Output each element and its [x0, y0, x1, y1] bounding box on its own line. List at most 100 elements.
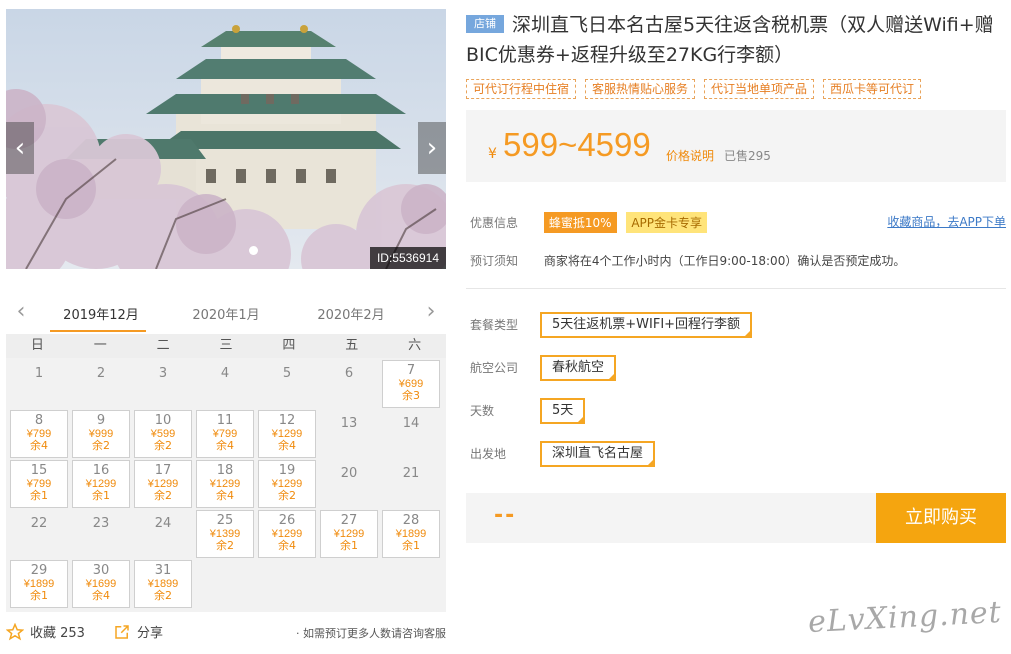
weekday-label: 六 — [408, 338, 422, 353]
day-stock: 余4 — [278, 439, 296, 452]
action-footer: 收藏 253 分享 · 如需预订更多人数请咨询客服 — [6, 622, 446, 644]
hero-prev-button[interactable]: ‹ — [6, 122, 34, 174]
calendar-day-available[interactable]: 11 ¥799 余4 — [196, 410, 254, 458]
carousel-dot[interactable] — [249, 246, 258, 255]
consult-note: · 如需预订更多人数请咨询客服 — [296, 627, 446, 640]
calendar-weekday-header: 日 一 二 三 四 五 六 — [6, 334, 446, 358]
day-stock: 余2 — [92, 439, 110, 452]
calendar-day-available[interactable]: 8 ¥799 余4 — [10, 410, 68, 458]
day-number: 11 — [216, 413, 234, 428]
day-number: 13 — [340, 416, 358, 431]
day-stock: 余1 — [340, 539, 358, 552]
service-tag: 可代订行程中住宿 — [466, 79, 577, 99]
sold-count: 已售295 — [724, 149, 771, 163]
calendar-day-available[interactable]: 7 ¥699 余3 — [382, 360, 440, 408]
hero-next-button[interactable]: › — [418, 122, 446, 174]
day-number: 7 — [406, 363, 416, 378]
calendar-prev-button[interactable]: ‹ — [10, 298, 32, 328]
calendar-tab-month-0[interactable]: 2019年12月 — [56, 304, 146, 323]
calendar-day-available[interactable]: 30 ¥1699 余4 — [72, 560, 130, 608]
weekday-label: 四 — [282, 338, 296, 353]
weekday-label: 日 — [30, 338, 44, 353]
option-label: 套餐类型 — [470, 318, 519, 332]
service-tag: 客服热情贴心服务 — [585, 79, 696, 99]
favorite-label: 收藏 253 — [30, 626, 85, 641]
bee-promo-badge: 蜂蜜抵10% — [543, 212, 617, 233]
day-stock: 余1 — [402, 539, 420, 552]
day-number: 4 — [220, 366, 230, 381]
calendar-day-available[interactable]: 29 ¥1899 余1 — [10, 560, 68, 608]
share-button[interactable]: 分享 — [113, 622, 163, 641]
day-number: 25 — [216, 513, 234, 528]
product-title: 深圳直飞日本名古屋5天往返含税机票（双人赠送Wifi+赠BIC优惠券+返程升级至… — [466, 14, 994, 66]
favorite-button[interactable]: 收藏 253 — [6, 622, 85, 641]
option-label: 出发地 — [470, 447, 507, 461]
calendar-day: 13 — [320, 410, 378, 458]
calendar-day: 22 — [10, 510, 68, 558]
service-tags: 可代订行程中住宿 客服热情贴心服务 代订当地单项产品 西瓜卡等可代订 — [466, 79, 922, 99]
calendar-day-available[interactable]: 15 ¥799 余1 — [10, 460, 68, 508]
calendar-day-available[interactable]: 12 ¥1299 余4 — [258, 410, 316, 458]
price-note-link[interactable]: 价格说明 — [666, 147, 714, 164]
calendar-day-available[interactable]: 9 ¥999 余2 — [72, 410, 130, 458]
calendar-day: 14 — [382, 410, 440, 458]
calendar-month-nav: ‹ 2019年12月 2020年1月 2020年2月 › — [6, 298, 446, 334]
calendar-day-available[interactable]: 19 ¥1299 余2 — [258, 460, 316, 508]
star-icon — [6, 622, 24, 640]
airline-option-button[interactable]: 春秋航空 — [540, 355, 617, 381]
day-stock: 余4 — [216, 439, 234, 452]
calendar-day: 1 — [10, 360, 68, 408]
day-stock: 余1 — [92, 489, 110, 502]
calendar-tab-month-2[interactable]: 2020年2月 — [306, 304, 396, 323]
calendar-day-available[interactable]: 26 ¥1299 余4 — [258, 510, 316, 558]
day-number: 14 — [402, 416, 420, 431]
calendar-day-available[interactable]: 10 ¥599 余2 — [134, 410, 192, 458]
day-number: 23 — [92, 516, 110, 531]
calendar-day: 23 — [72, 510, 130, 558]
calendar-day-available[interactable]: 16 ¥1299 余1 — [72, 460, 130, 508]
booking-notice-row: 预订须知 商家将在4个工作小时内（工作日9:00-18:00）确认是否预定成功。 — [470, 252, 905, 269]
day-number: 8 — [34, 413, 44, 428]
chevron-right-icon: › — [426, 299, 436, 324]
calendar-day: 20 — [320, 460, 378, 508]
calendar-day-available[interactable]: 18 ¥1299 余4 — [196, 460, 254, 508]
service-tag: 代订当地单项产品 — [704, 79, 815, 99]
day-number: 27 — [340, 513, 358, 528]
day-number: 17 — [154, 463, 172, 478]
day-stock: 余4 — [92, 589, 110, 602]
departure-option-button[interactable]: 深圳直飞名古屋 — [540, 441, 656, 467]
price-panel: ¥ 599~4599 价格说明 已售295 — [466, 110, 1006, 182]
day-number: 21 — [402, 466, 420, 481]
day-number: 18 — [216, 463, 234, 478]
calendar-next-button[interactable]: › — [420, 298, 442, 328]
calendar-day: 24 — [134, 510, 192, 558]
option-label: 天数 — [470, 404, 495, 418]
calendar-day-available[interactable]: 25 ¥1399 余2 — [196, 510, 254, 558]
image-id-label: ID:5536914 — [369, 247, 446, 269]
collect-app-link[interactable]: 收藏商品，去APP下单 — [887, 213, 1006, 230]
active-month-indicator — [50, 330, 146, 332]
day-stock: 余2 — [154, 589, 172, 602]
store-badge[interactable]: 店铺 — [466, 15, 504, 33]
days-option-button[interactable]: 5天 — [540, 398, 586, 424]
buy-now-button[interactable]: 立即购买 — [876, 493, 1006, 543]
day-number: 10 — [154, 413, 172, 428]
calendar-day-available[interactable]: 17 ¥1299 余2 — [134, 460, 192, 508]
currency-symbol: ¥ — [488, 146, 497, 162]
package-option-button[interactable]: 5天往返机票+WIFI+回程行李额 — [540, 312, 753, 338]
app-promo-badge: APP金卡专享 — [626, 212, 708, 233]
hero-image: ‹ › ID:5536914 — [6, 9, 446, 269]
calendar-day-available[interactable]: 28 ¥1899 余1 — [382, 510, 440, 558]
calendar-day-available[interactable]: 31 ¥1899 余2 — [134, 560, 192, 608]
discount-row: 优惠信息 蜂蜜抵10% APP金卡专享 — [470, 212, 713, 233]
day-stock: 余4 — [216, 489, 234, 502]
weekday-label: 三 — [219, 338, 233, 353]
day-number: 6 — [344, 366, 354, 381]
castle-photo — [6, 9, 446, 269]
calendar-tab-month-1[interactable]: 2020年1月 — [181, 304, 271, 323]
weekday-label: 二 — [156, 338, 170, 353]
day-number: 12 — [278, 413, 296, 428]
day-number: 16 — [92, 463, 110, 478]
calendar-day-available[interactable]: 27 ¥1299 余1 — [320, 510, 378, 558]
purchase-bar: -- 立即购买 — [466, 493, 1006, 543]
